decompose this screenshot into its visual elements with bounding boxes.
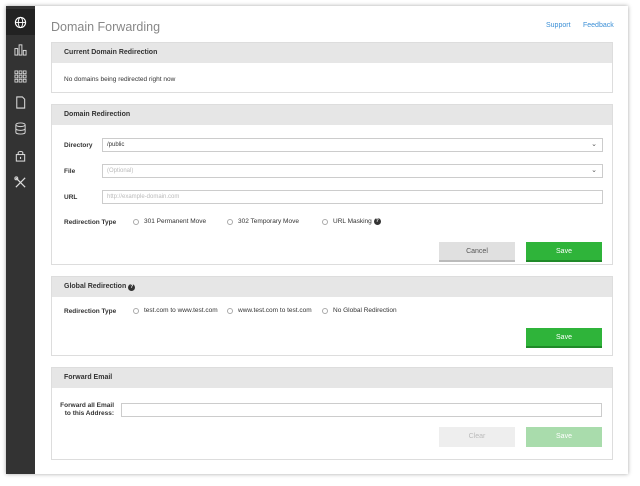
sidebar [6,6,35,474]
sidebar-item-stats[interactable] [6,36,35,62]
directory-label: Directory [64,142,93,149]
sidebar-item-tools[interactable] [6,169,35,195]
save-button[interactable]: Save [526,242,602,262]
forward-email-panel: Forward Email Forward all Email to this … [51,367,613,460]
domain-redirection-panel: Domain Redirection Directory /public ⌄ F… [51,104,613,265]
radio-no-global[interactable]: No Global Redirection [322,307,397,314]
sidebar-item-domains[interactable] [6,9,35,35]
radio-button-icon [133,307,139,314]
url-input[interactable]: http://example-domain.com [102,190,603,204]
help-icon[interactable]: ? [373,218,381,225]
radio-button-icon [322,218,328,225]
redirection-type-label: Redirection Type [64,219,117,226]
file-placeholder: (Optional) [107,168,134,174]
support-link[interactable]: Support [546,22,571,29]
radio-302[interactable]: 302 Temporary Move [227,218,299,225]
radio-button-icon [133,218,139,225]
panel-title: Domain Redirection [52,105,612,125]
url-placeholder: http://example-domain.com [107,194,180,200]
lock-icon [15,150,26,162]
radio-301[interactable]: 301 Permanent Move [133,218,206,225]
page-title: Domain Forwarding [51,20,161,34]
radio-button-icon [322,307,328,314]
feedback-link[interactable]: Feedback [583,22,614,29]
global-redirection-panel: Global Redirection? Redirection Type tes… [51,276,613,356]
document-icon [16,95,26,109]
radio-to-www[interactable]: test.com to www.test.com [133,307,218,314]
panel-title: Forward Email [52,368,612,388]
file-label: File [64,168,76,175]
radio-button-icon [227,307,233,314]
cancel-button[interactable]: Cancel [439,242,515,262]
help-icon[interactable]: ? [128,284,136,291]
globe-icon [14,16,27,28]
panel-title: Global Redirection? [52,277,612,297]
sidebar-item-databases[interactable] [6,115,35,141]
radio-url-masking[interactable]: URL Masking ? [322,218,381,225]
radio-button-icon [227,218,233,225]
chevron-down-icon: ⌄ [591,167,597,174]
global-type-label: Redirection Type [64,308,117,315]
forward-email-input[interactable] [121,403,602,417]
directory-select[interactable]: /public ⌄ [102,138,603,152]
chevron-down-icon: ⌄ [591,141,597,148]
sidebar-item-apps[interactable] [6,63,35,89]
file-select[interactable]: (Optional) ⌄ [102,164,603,178]
main-content: Domain Forwarding Support Feedback Curre… [35,6,628,474]
empty-message: No domains being redirected right now [64,76,176,83]
directory-value: /public [107,142,125,148]
sidebar-item-files[interactable] [6,89,35,115]
sidebar-item-security[interactable] [6,142,35,168]
database-icon [15,121,26,135]
forward-email-label: Forward all Email to this Address: [60,402,114,417]
current-redirection-panel: Current Domain Redirection No domains be… [51,42,613,93]
grid-icon [14,70,27,82]
global-save-button[interactable]: Save [526,328,602,348]
url-label: URL [64,194,78,201]
clear-button[interactable]: Clear [439,427,515,447]
radio-to-non-www[interactable]: www.test.com to test.com [227,307,312,314]
forward-save-button[interactable]: Save [526,427,602,447]
tools-icon [14,175,26,188]
panel-title: Current Domain Redirection [52,43,612,63]
app-window: Domain Forwarding Support Feedback Curre… [6,6,628,474]
bar-chart-icon [14,43,27,56]
